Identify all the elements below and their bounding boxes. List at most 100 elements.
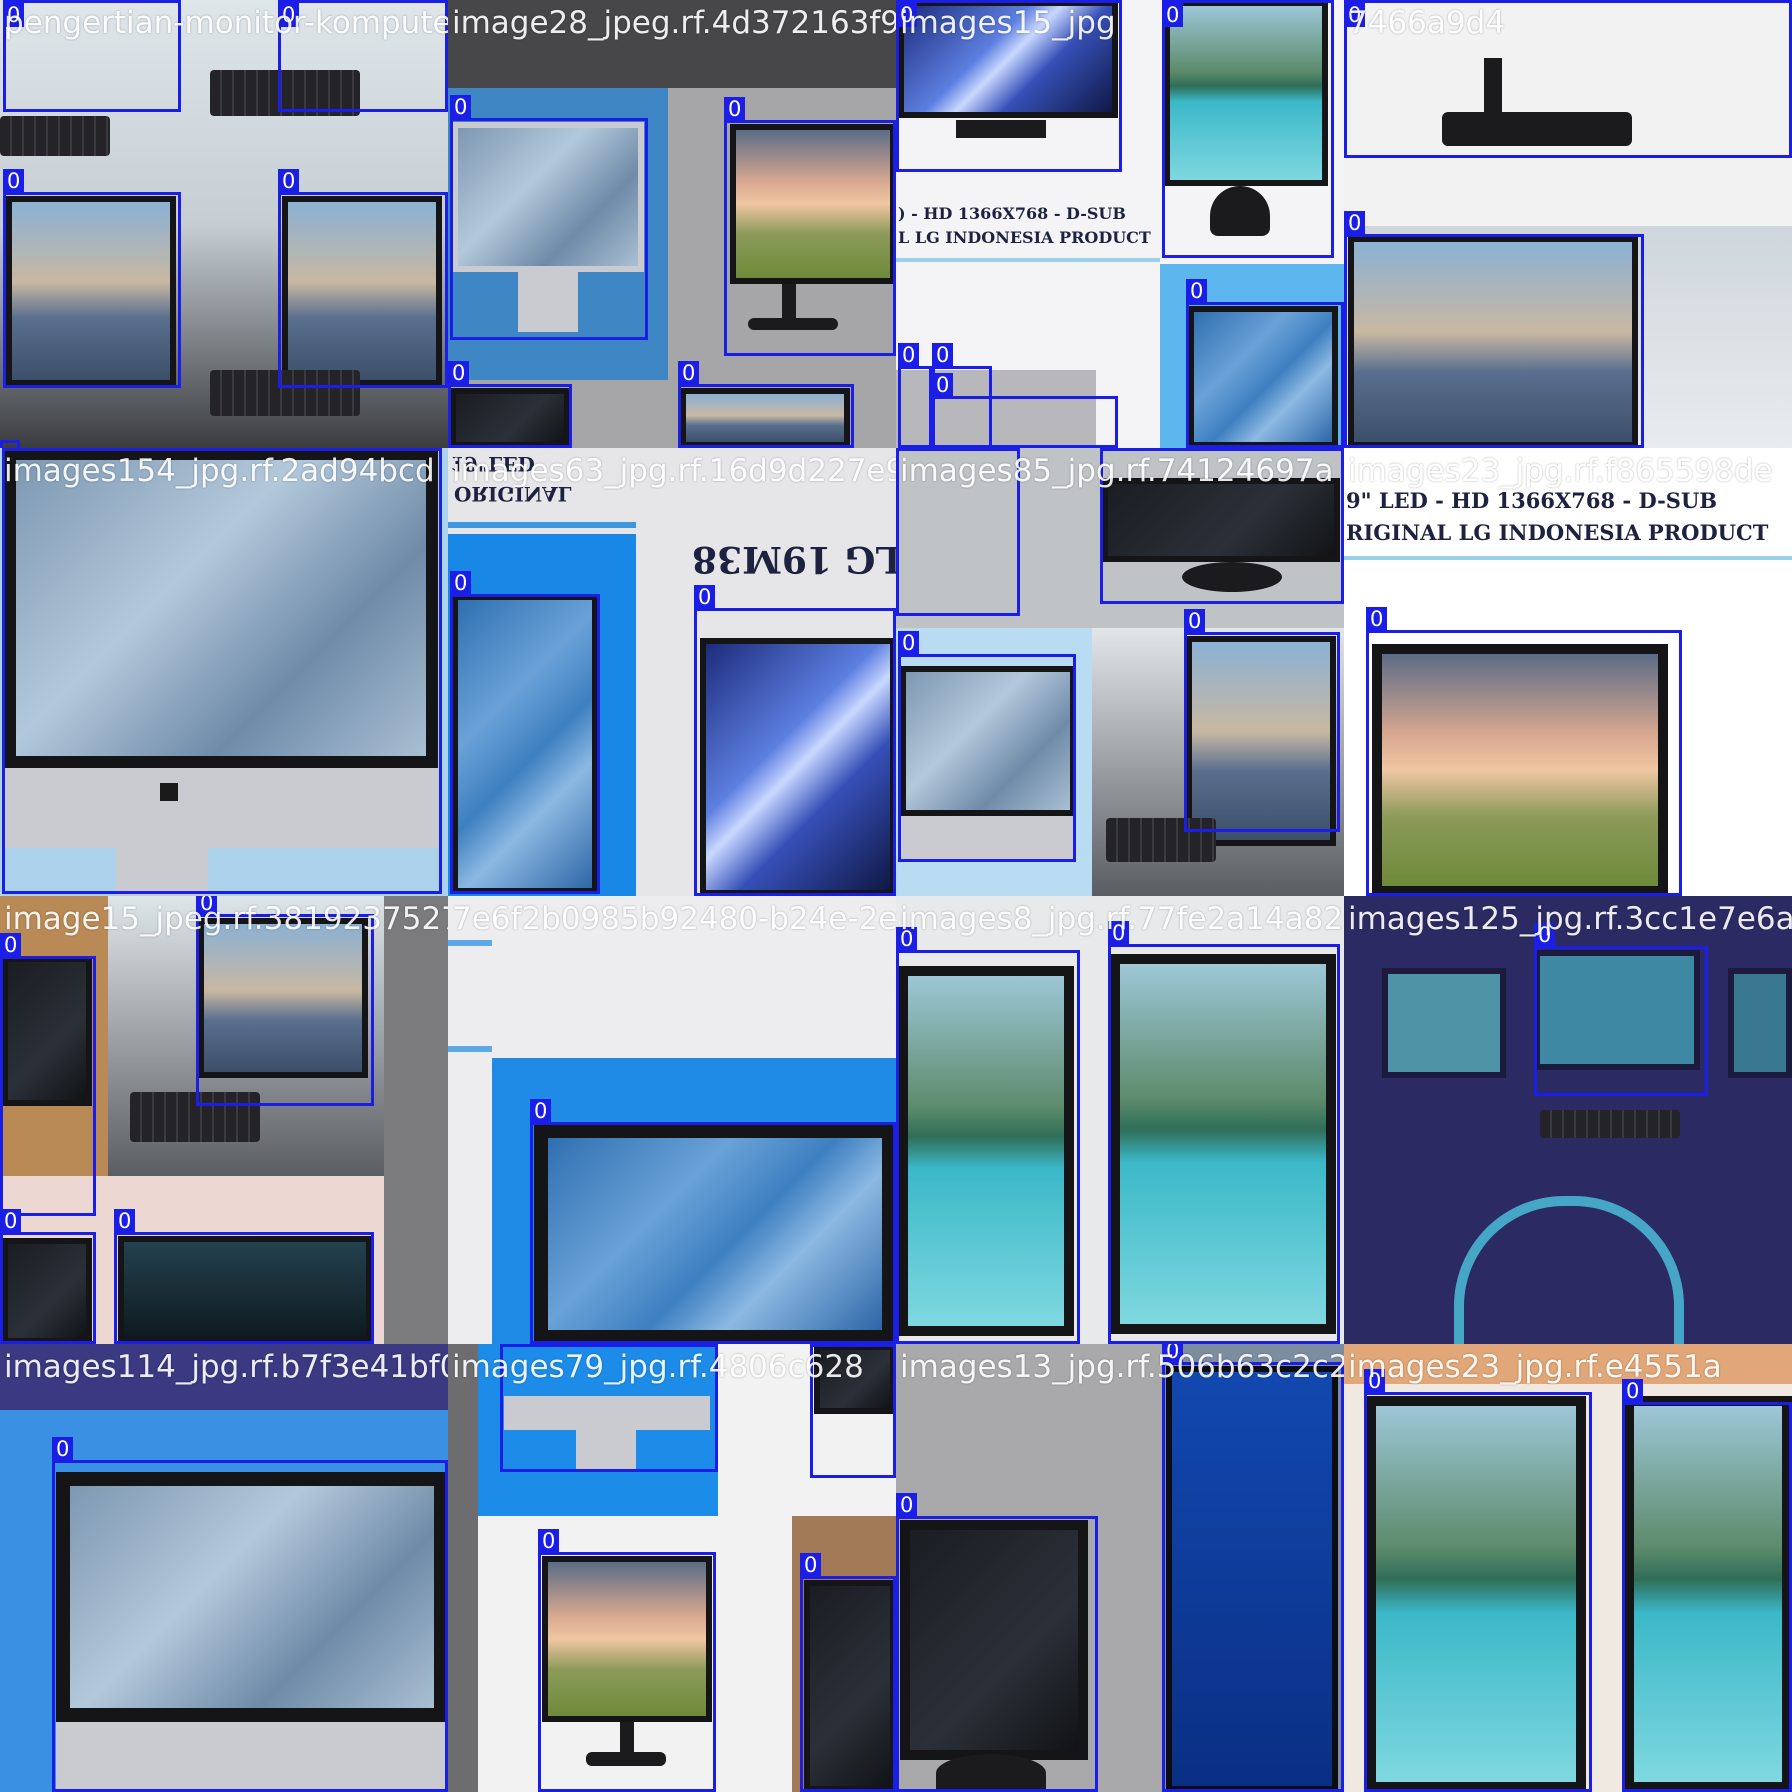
bounding-box: 0 [1534,923,1708,1096]
tile-title: images23_jpg.rf.e4551a [1348,1349,1722,1385]
mosaic-tile: 0 0 0 0 images79_jpg.rf.4806c628 [448,1344,896,1792]
product-caption: L LG INDONESIA PRODUCT [898,228,1151,247]
bounding-box: 0 [896,1493,1098,1792]
bounding-box: 0 [678,361,854,448]
tile-title: images85_jpg.rf.74124697a [900,453,1334,489]
bounding-box: 0 [694,585,896,896]
bounding-box: 0 [114,1209,374,1344]
bbox-class-label: 0 [450,95,472,119]
mosaic-tile: 0 0 0 0 image28_jpeg.rf.4d372163f9 [448,0,896,448]
bbox-class-label: 0 [278,169,300,193]
mosaic-tile: 0 0 0 0 pengertian-monitor-kompute [0,0,448,448]
bounding-box: 0 [448,361,572,448]
tile-title: pengertian-monitor-kompute [4,5,448,41]
tile-title: 7e6f2b0985b92480-b24e-2e77 [452,901,896,937]
keyboard [1540,1110,1680,1138]
mosaic-tile: 0 images114_jpg.rf.b7f3e41bf0 [0,1344,448,1792]
bounding-box: 0 [932,343,992,448]
bbox-class-label: 0 [1366,607,1388,631]
mosaic-tile: 0 0 7466a9d4 [1344,0,1792,448]
bounding-box: 0 [896,927,1080,1344]
bbox-class-label: 0 [1344,211,1366,235]
bounding-box: 0 [196,896,374,1106]
mosaic-tile: 19"LED ORIGINAL LG 19M38 0 0 images63_jp… [448,448,896,896]
divider [448,522,636,528]
mosaic-tile: 0 0 images23_jpg.rf.e4551a [1344,1344,1792,1792]
bounding-box: 0 [278,169,448,388]
tile-title: 7466a9d4 [1348,5,1506,41]
bbox-class-label: 0 [3,169,25,193]
bbox-class-label: 0 [538,1529,560,1553]
tile-title: images114_jpg.rf.b7f3e41bf0 [4,1349,448,1385]
bbox-class-label: 0 [896,1493,918,1517]
bbox-class-label: 0 [0,1209,22,1233]
mosaic-tile: 0 0 0 0 image15_jpeg.rf.3819237527f [0,896,448,1344]
tile-title: images8_jpg.rf.77fe2a14a82 [900,901,1344,937]
bounding-box: 0 [52,1437,448,1792]
bounding-box: 0 [724,97,896,356]
bounding-box: 0 [0,1209,96,1344]
tile-title: image28_jpeg.rf.4d372163f9 [452,5,896,41]
mosaic-tile: images154_jpg.rf.2ad94bcd [0,448,448,896]
bounding-box: 0 [898,631,1076,862]
bounding-box: 0 [1344,211,1644,448]
bounding-box: 0 [1186,279,1344,448]
tile-title: images15_jpg [900,5,1116,41]
mosaic-tile: ) - HD 1366X768 - D-SUB L LG INDONESIA P… [896,0,1344,448]
divider [896,258,1160,262]
bbox-class-label: 0 [1162,3,1184,27]
bounding-box: 0 [800,1553,896,1792]
bounding-box [2,448,442,894]
monitor-screen [1382,968,1506,1078]
bounding-box: 0 [1162,0,1334,258]
bbox-class-label: 0 [898,631,920,655]
product-caption: ) - HD 1366X768 - D-SUB [898,204,1126,223]
tile-title: images23_jpg.rf.f865598de [1348,453,1773,489]
bbox-class-label: 0 [1184,609,1206,633]
tile-title: images154_jpg.rf.2ad94bcd [4,453,435,489]
monitor-screen [1728,968,1792,1078]
tile-title: image15_jpeg.rf.3819237527f [4,901,448,937]
mosaic-grid: 0 0 0 0 pengertian-monitor-kompute 0 0 0… [0,0,1792,1792]
bbox-class-label: 0 [898,343,920,367]
bounding-box: 0 [1366,607,1682,896]
product-caption: LG 19M38 [692,538,896,580]
tile-title: images125_jpg.rf.3cc1e7e6a [1348,901,1792,937]
mosaic-tile: 0 0 images13_jpg.rf.506b63c2c2 [896,1344,1344,1792]
bounding-box: 0 [538,1529,716,1792]
keyboard [0,116,110,156]
bounding-box: 0 [450,571,600,894]
tile-background [448,1344,478,1792]
divider [1344,556,1792,560]
mosaic-tile: 0 7e6f2b0985b92480-b24e-2e77 [448,896,896,1344]
mosaic-tile: 9" LED - HD 1366X768 - D-SUB RIGINAL LG … [1344,448,1792,896]
bounding-box: 0 [1162,1344,1344,1792]
mosaic-tile: 0 images125_jpg.rf.3cc1e7e6a [1344,896,1792,1344]
bbox-class-label: 0 [450,571,472,595]
bounding-box: 0 [898,343,932,448]
bounding-box: 0 [1184,609,1340,832]
bbox-class-label: 0 [678,361,700,385]
bbox-class-label: 0 [448,361,470,385]
bounding-box: 0 [0,933,96,1216]
tile-title: images63_jpg.rf.16d9d227e9 [452,453,896,489]
tile-title: images79_jpg.rf.4806c628 [452,1349,864,1385]
bounding-box: 0 [1622,1379,1792,1792]
bbox-class-label: 0 [724,97,746,121]
bounding-box: 0 [450,95,648,340]
bounding-box: 0 [530,1099,896,1344]
bounding-box [0,440,20,448]
bbox-class-label: 0 [932,343,954,367]
bounding-box: 0 [1108,921,1340,1344]
bbox-class-label: 0 [800,1553,822,1577]
divider [448,1046,492,1052]
product-caption: RIGINAL LG INDONESIA PRODUCT [1346,520,1769,545]
bbox-class-label: 0 [1186,279,1208,303]
bounding-box: 0 [3,169,181,388]
bbox-class-label: 0 [52,1437,74,1461]
bbox-class-label: 0 [694,585,716,609]
tile-title: images13_jpg.rf.506b63c2c2 [900,1349,1344,1385]
bbox-class-label: 0 [114,1209,136,1233]
bbox-class-label: 0 [530,1099,552,1123]
mosaic-tile: 0 0 images8_jpg.rf.77fe2a14a82 [896,896,1344,1344]
